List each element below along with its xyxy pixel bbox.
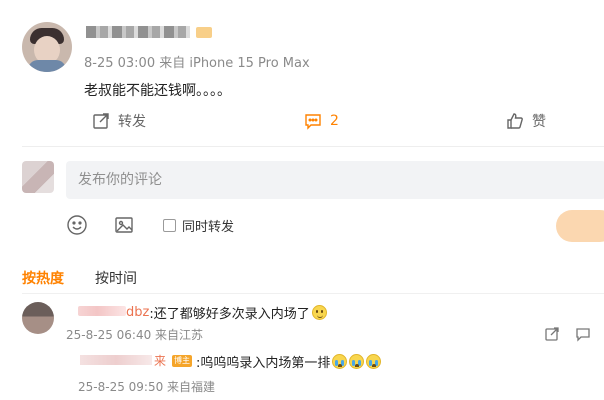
- vip-badge: [196, 27, 212, 38]
- comment-time: 25-8-25 06:40 来自江苏: [66, 328, 204, 342]
- divider: [22, 293, 604, 294]
- reply-time: 25-8-25 09:50 来自福建: [78, 380, 216, 394]
- thumbs-up-icon: [507, 113, 523, 129]
- reply-author-name-redacted[interactable]: [80, 355, 152, 365]
- cry-emoji-icon: [349, 354, 365, 369]
- comment-button[interactable]: 2: [304, 110, 339, 132]
- post-author-avatar[interactable]: [22, 22, 72, 72]
- comment-repost-icon[interactable]: [544, 326, 560, 342]
- like-button[interactable]: 赞: [506, 110, 546, 132]
- send-button[interactable]: [556, 210, 604, 242]
- divider: [22, 146, 604, 147]
- comment-icon: [305, 114, 321, 130]
- cry-emoji-icon: [366, 354, 382, 369]
- comment-text: dbz:还了都够好多次录入内场了: [126, 303, 327, 322]
- repost-icon: [93, 113, 109, 129]
- like-label: 赞: [532, 114, 546, 130]
- post-meta: 8-25 03:00 来自 iPhone 15 Pro Max: [84, 56, 310, 71]
- tab-sort-time[interactable]: 按时间: [95, 268, 137, 288]
- commenter-name-suffix[interactable]: dbz: [126, 305, 149, 320]
- smile-emoji-icon: [311, 305, 327, 320]
- repost-button[interactable]: 转发: [92, 110, 146, 132]
- comment-count: 2: [330, 113, 339, 129]
- reply-body: :呜呜呜录入内场第一排: [196, 356, 331, 371]
- commenter-avatar[interactable]: [22, 302, 54, 334]
- commenter-name-redacted[interactable]: [78, 306, 126, 316]
- checkbox[interactable]: [163, 219, 176, 232]
- post-text: 老叔能不能还钱啊。。。。: [84, 83, 231, 99]
- tab-sort-hot[interactable]: 按热度: [22, 268, 64, 288]
- current-user-avatar: [22, 161, 54, 193]
- author-badge: 博主: [172, 355, 192, 367]
- comment-input[interactable]: 发布你的评论: [66, 161, 604, 199]
- comment-reply-icon[interactable]: [575, 326, 591, 342]
- emoji-icon[interactable]: [66, 214, 88, 236]
- same-repost-label: 同时转发: [182, 220, 235, 235]
- cry-emoji-icon: [332, 354, 348, 369]
- comment-body: :还了都够好多次录入内场了: [149, 307, 310, 322]
- post-author-name-redacted[interactable]: [86, 26, 190, 38]
- image-icon[interactable]: [113, 214, 135, 236]
- repost-label: 转发: [118, 114, 146, 130]
- reply-text: :呜呜呜录入内场第一排: [196, 352, 382, 371]
- same-repost-checkbox[interactable]: 同时转发: [163, 216, 234, 235]
- reply-author-name-suffix[interactable]: 来: [154, 352, 166, 369]
